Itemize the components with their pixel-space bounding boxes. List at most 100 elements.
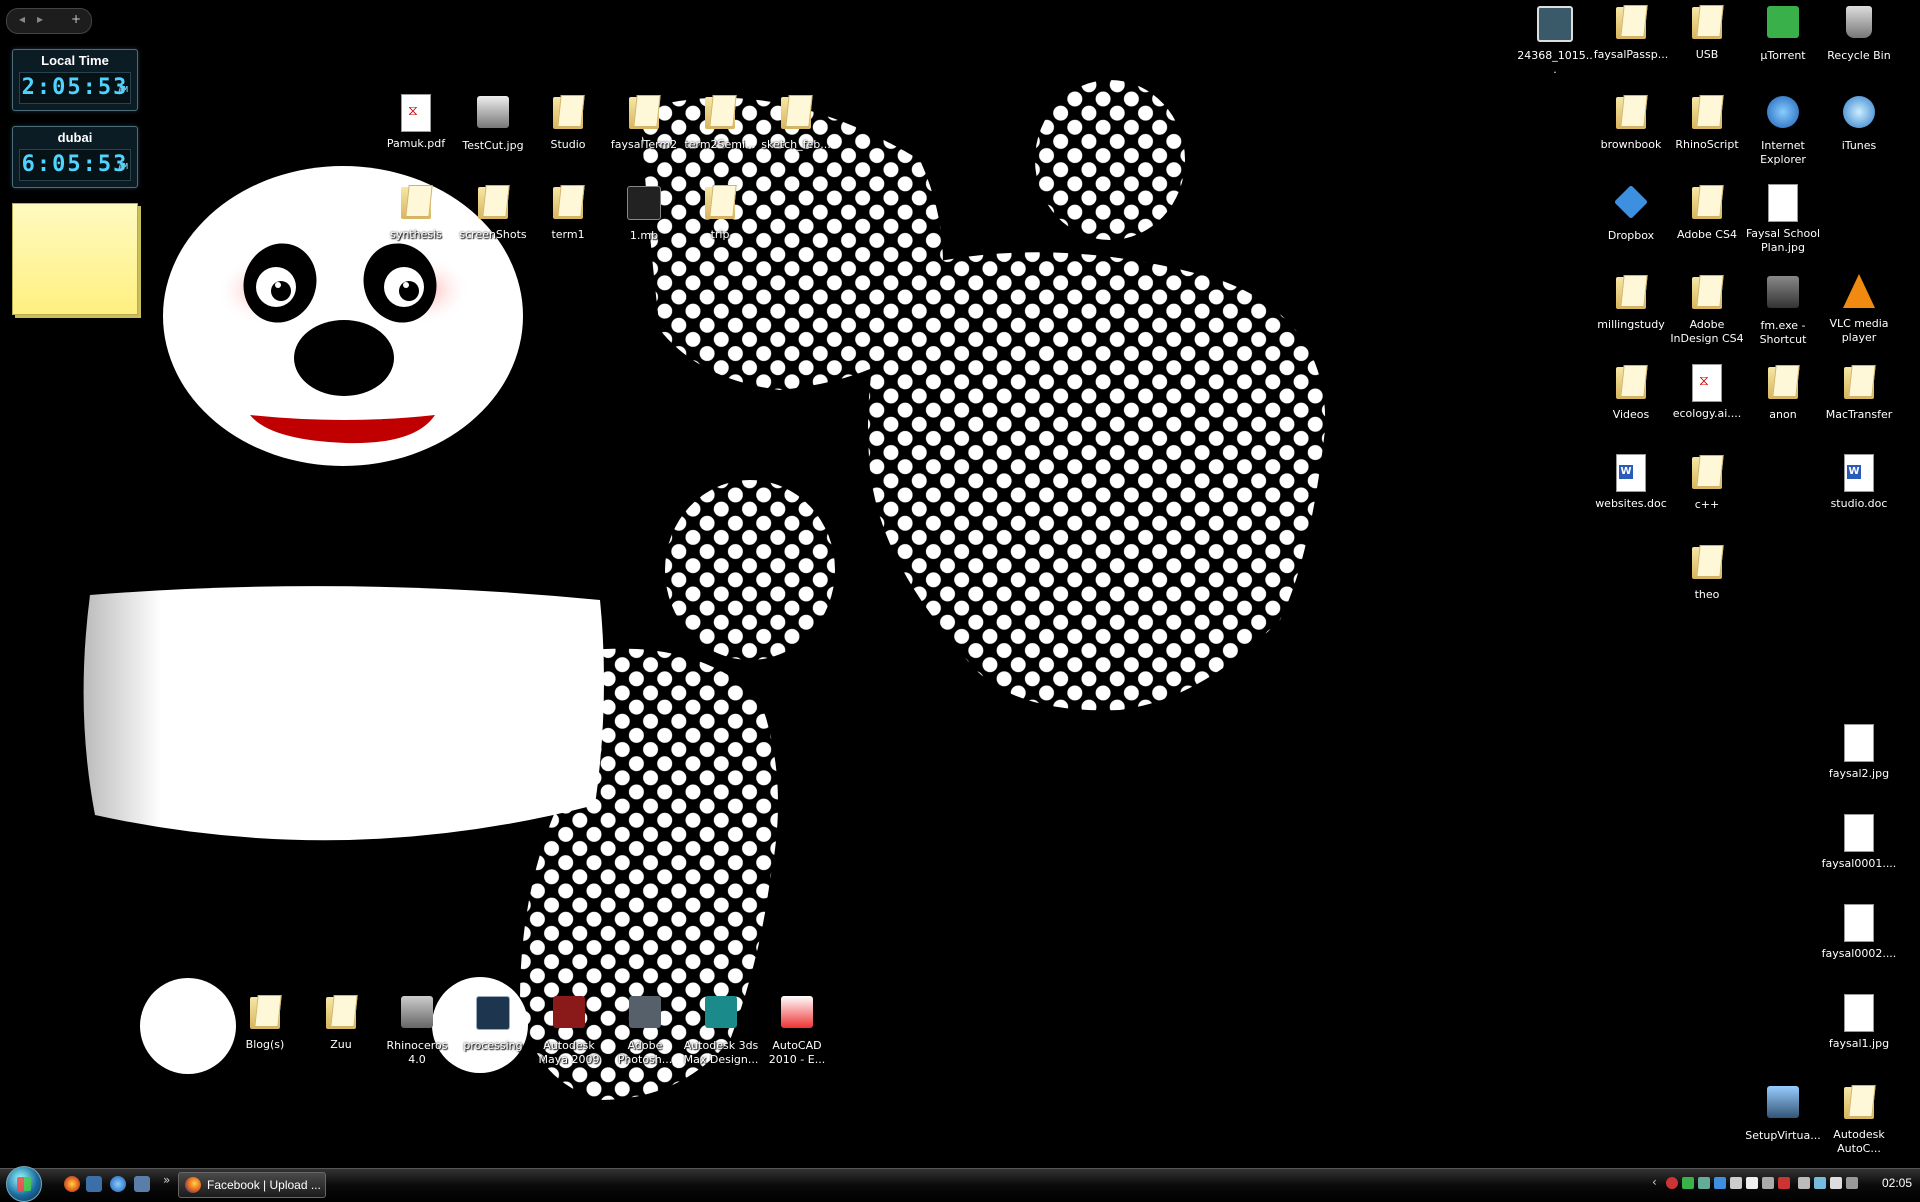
desktop-icon-usb[interactable]: USB [1669, 2, 1745, 62]
desktop-icon-faysal0002[interactable]: faysal0002.... [1821, 902, 1897, 961]
desktop-icon-brownbook[interactable]: brownbook [1593, 92, 1669, 152]
desktop-icon-itunes[interactable]: iTunes [1821, 92, 1897, 153]
desktop-icon-faysal2-jpg[interactable]: faysal2.jpg [1821, 722, 1897, 781]
desktop-icon-vlc[interactable]: VLC media player [1821, 272, 1897, 345]
utorrent-icon [1767, 6, 1799, 38]
alert-tray-icon[interactable] [1778, 1177, 1790, 1189]
desktop-icon-adobe-cs4[interactable]: Adobe CS4 [1669, 182, 1745, 242]
desktop-icon-videos[interactable]: Videos [1593, 362, 1669, 422]
desktop-icon-blogs[interactable]: Blog(s) [227, 992, 303, 1052]
desktop-icon-autocad[interactable]: AutoCAD 2010 - E... [759, 992, 835, 1067]
sticky-note-gadget[interactable] [12, 203, 138, 315]
photoshop-icon [629, 996, 661, 1028]
desktop-icon-zuu[interactable]: Zuu [303, 992, 379, 1052]
antivirus-tray-icon[interactable] [1666, 1177, 1678, 1189]
device-tray-icon[interactable] [1730, 1177, 1742, 1189]
power-tray-icon[interactable] [1846, 1177, 1858, 1189]
desktop-icon-label: AutoCAD 2010 - E... [768, 1039, 826, 1066]
desktop-icon-label: faysal2.jpg [1828, 767, 1890, 780]
utorrent-tray-icon[interactable] [1682, 1177, 1694, 1189]
desktop-icon-fm-exe[interactable]: fm.exe - Shortcut [1745, 272, 1821, 347]
next-arrow-icon[interactable]: ▸ [37, 12, 43, 26]
start-button[interactable] [6, 1166, 42, 1202]
desktop-icon-label: brownbook [1600, 138, 1662, 151]
network-status-tray-icon[interactable] [1814, 1177, 1826, 1189]
desktop-icon-anon[interactable]: anon [1745, 362, 1821, 422]
desktop-icon-pamuk-pdf[interactable]: Pamuk.pdf [378, 92, 454, 151]
desktop-icon-adobe-indesign[interactable]: Adobe InDesign CS4 [1669, 272, 1745, 346]
network-tray-icon[interactable] [1698, 1177, 1710, 1189]
desktop-icon-label: SetupVirtua... [1745, 1129, 1821, 1142]
desktop-icon-label: Dropbox [1607, 229, 1655, 242]
folder-icon [705, 95, 735, 129]
desktop-icon-term1[interactable]: term1 [530, 182, 606, 242]
tray-expand-arrow[interactable]: ‹ [1652, 1175, 1657, 1189]
internet-explorer-quicklaunch-icon[interactable] [110, 1176, 126, 1192]
folder-icon [1616, 365, 1646, 399]
desktop-icon-trip[interactable]: trip [682, 182, 758, 242]
desktop-icon-photoshop[interactable]: Adobe Photosh... [607, 992, 683, 1067]
gadget-sidebar-control[interactable]: ◂ ▸ + [6, 8, 92, 34]
desktop-icon-3dsmax[interactable]: Autodesk 3ds Max Design... [683, 992, 759, 1067]
desktop-icon-millingstudy[interactable]: millingstudy [1593, 272, 1669, 332]
desktop-icon-dropbox[interactable]: Dropbox [1593, 182, 1669, 243]
clock-gadget-local[interactable]: Local Time 2:05:53 AM [12, 49, 138, 111]
desktop-icon-24368[interactable]: 24368_1015... [1517, 2, 1593, 77]
desktop-icon-studio[interactable]: Studio [530, 92, 606, 152]
desktop-icon-utorrent[interactable]: µTorrent [1745, 2, 1821, 63]
desktop-icon-recycle-bin[interactable]: Recycle Bin [1821, 2, 1897, 63]
desktop-icon-faysal1-jpg[interactable]: faysal1.jpg [1821, 992, 1897, 1051]
desktop-icon-processing[interactable]: processing [455, 992, 531, 1053]
app-tray-icon[interactable] [1746, 1177, 1758, 1189]
safely-remove-tray-icon[interactable] [1762, 1177, 1774, 1189]
image-file-icon [1844, 814, 1874, 852]
desktop-icon-maya[interactable]: Autodesk Maya 2009 [531, 992, 607, 1067]
dropbox-tray-icon[interactable] [1714, 1177, 1726, 1189]
quicklaunch-overflow-chevron[interactable]: » [163, 1173, 170, 1187]
desktop-icon-ecology[interactable]: ecology.ai.... [1669, 362, 1745, 421]
desktop-icon-testcut-jpg[interactable]: TestCut.jpg [455, 92, 531, 153]
desktop-icon-rhinoscript[interactable]: RhinoScript [1669, 92, 1745, 152]
taskbar-clock[interactable]: 02:05 [1882, 1176, 1912, 1190]
folder-icon [1768, 365, 1798, 399]
desktop-icon-sketch-feb[interactable]: sketch_feb... [758, 92, 834, 152]
autocad-icon [781, 996, 813, 1028]
desktop-icon-label: Autodesk Maya 2009 [538, 1039, 600, 1066]
desktop-icon-rhinoceros[interactable]: Rhinoceros 4.0 [379, 992, 455, 1067]
show-desktop-icon[interactable] [86, 1176, 102, 1192]
desktop-icon-label: faysalPassp... [1593, 48, 1669, 61]
vlc-icon [1843, 274, 1875, 308]
desktop-icon-theo[interactable]: theo [1669, 542, 1745, 602]
add-gadget-button[interactable]: + [71, 12, 81, 26]
desktop-icon-faysal0001[interactable]: faysal0001.... [1821, 812, 1897, 871]
desktop-icon-websites-doc[interactable]: websites.doc [1593, 452, 1669, 511]
desktop-icon-cpp[interactable]: c++ [1669, 452, 1745, 512]
desktop-icon-faysalterm2[interactable]: faysalTerm2 [606, 92, 682, 152]
desktop-icon-internet-explorer[interactable]: Internet Explorer [1745, 92, 1821, 167]
firefox-quicklaunch-icon[interactable] [64, 1176, 80, 1192]
desktop-icon-mactransfer[interactable]: MacTransfer [1821, 362, 1897, 422]
clock-time-display: 2:05:53 AM [19, 72, 131, 104]
folder-icon [326, 995, 356, 1029]
desktop-icon-faysal-school-plan[interactable]: Faysal School Plan.jpg [1745, 182, 1821, 255]
desktop-icon-faysalpassp[interactable]: faysalPassp... [1593, 2, 1669, 62]
desktop-icon-label: term2Semi... [684, 138, 756, 151]
switch-windows-icon[interactable] [134, 1176, 150, 1192]
desktop-icon-1-mb[interactable]: 1.mb [606, 182, 682, 243]
keyboard-tray-icon[interactable] [1798, 1177, 1810, 1189]
folder-icon [629, 95, 659, 129]
prev-arrow-icon[interactable]: ◂ [19, 12, 25, 26]
desktop-icon-label: 24368_1015... [1517, 49, 1593, 76]
3dsmax-icon [705, 996, 737, 1028]
desktop-icon-label: Studio [550, 138, 586, 151]
desktop-icon-setupvirtua[interactable]: SetupVirtua... [1745, 1082, 1821, 1143]
taskbar-window-button[interactable]: Facebook | Upload ... [178, 1172, 326, 1198]
desktop-icon-synthesis[interactable]: synthesis [378, 182, 454, 242]
desktop-icon-autodesk-autoc[interactable]: Autodesk AutoC... [1821, 1082, 1897, 1156]
desktop-icon-studio-doc[interactable]: studio.doc [1821, 452, 1897, 511]
desktop-icon-term2semi[interactable]: term2Semi... [682, 92, 758, 152]
desktop-icon-screenshots[interactable]: screenShots [455, 182, 531, 242]
desktop-icon-label: screenShots [459, 228, 527, 241]
volume-tray-icon[interactable] [1830, 1177, 1842, 1189]
clock-gadget-dubai[interactable]: dubai 6:05:53 AM [12, 126, 138, 188]
